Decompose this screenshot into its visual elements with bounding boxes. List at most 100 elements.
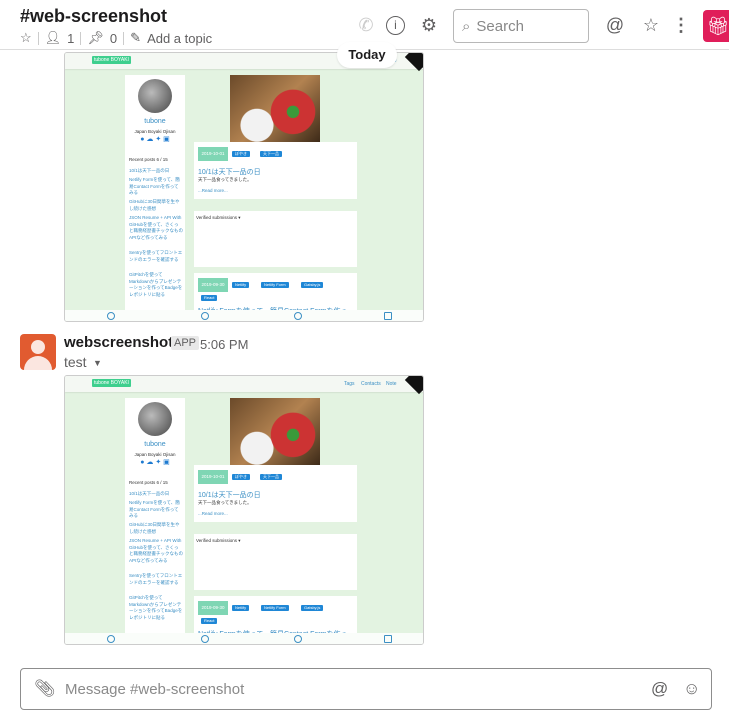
post-card: 2019-09-30 Netlify Netlify Form Gatsby.j… xyxy=(194,273,357,315)
read-more-link: ...Read more... xyxy=(198,511,228,516)
recent-post: Sentryを使ってフロントエンドのエラーを確認する xyxy=(129,250,183,262)
post-tag: Netlify xyxy=(232,282,250,288)
message-input[interactable] xyxy=(65,680,625,698)
recent-post: Netlify Formを使って、簡易Contact Formを作ってみる xyxy=(129,177,180,195)
post-tag: Gatsby.js xyxy=(301,605,324,611)
post-card: 2019-09-30 Netlify Netlify Form Gatsby.j… xyxy=(194,596,357,638)
recent-post: JSON Resume + API With GitHubを使って、さくっと職務… xyxy=(129,215,183,240)
verified-title: Verified submissions ▾ xyxy=(196,538,241,543)
webpage-preview: tubone BOYAKI Tags Contacts Note tubone … xyxy=(65,53,423,321)
pin-icon[interactable]: 📌︎ xyxy=(87,30,104,46)
paperclip-icon[interactable]: 📎︎ xyxy=(34,679,56,699)
phone-icon[interactable]: ✆ xyxy=(355,14,377,36)
channel-title[interactable]: #web-screenshot xyxy=(20,6,167,27)
chevron-down-icon[interactable]: ▼ xyxy=(93,358,102,368)
social-icons: ● ☁ ✦ ▣ xyxy=(140,136,170,143)
post-excerpt: 天下一品食ってきました。 xyxy=(198,500,252,505)
profile-subtitle: Japan Boyaki Ojisan xyxy=(134,129,176,134)
facebook-icon xyxy=(107,312,115,320)
avatar[interactable] xyxy=(20,334,56,370)
screenshot-attachment[interactable]: tubone BOYAKI Tags Contacts Note tubone … xyxy=(64,375,424,645)
verified-card: Verified submissions ▾ xyxy=(194,534,357,590)
post-tag: Netlify Form xyxy=(261,605,289,611)
post-tag: ぼやき xyxy=(232,474,250,480)
post-date: 2019-10-01 xyxy=(198,470,228,484)
twitter-icon xyxy=(201,635,209,643)
post-tag: 天下一品 xyxy=(260,474,282,480)
recent-posts-label: Recent posts 6 / 15 xyxy=(129,157,168,162)
recent-post: GitHubに30日間草を生やし続けた感想 xyxy=(129,522,180,534)
mention-icon[interactable]: @ xyxy=(651,679,668,699)
recent-post: Netlify Formを使って、簡易Contact Formを作ってみる xyxy=(129,500,180,518)
profile-avatar xyxy=(138,402,172,436)
hatena-icon xyxy=(384,635,392,643)
preview-nav-link: Note xyxy=(386,381,397,387)
post-tag: Netlify xyxy=(232,605,250,611)
gift-icon[interactable]: 🎁︎ xyxy=(703,10,729,42)
preview-sidebar: tubone Japan Boyaki Ojisan ● ☁ ✦ ▣ Recen… xyxy=(125,398,185,638)
preview-nav-link: Contacts xyxy=(361,381,381,387)
info-icon[interactable]: i xyxy=(386,16,405,35)
more-icon[interactable]: ⋮ xyxy=(670,14,692,36)
preview-footer xyxy=(65,633,423,644)
message-author[interactable]: webscreenshot xyxy=(64,334,173,351)
channel-meta: ☆ 👤︎ 1 📌︎ 0 ✎ Add a topic xyxy=(20,30,212,46)
star-icon[interactable]: ☆ xyxy=(640,14,662,36)
post-title: 10/1は天下一品の日 xyxy=(198,169,261,176)
date-divider: Today xyxy=(337,42,397,68)
post-tag: Netlify Form xyxy=(261,282,289,288)
profile-name: tubone xyxy=(144,118,166,125)
app-badge: APP xyxy=(171,336,200,350)
post-card: 2019-10-01 ぼやき 天下一品 10/1は天下一品の日 天下一品食ってき… xyxy=(194,465,357,522)
recent-posts-label: Recent posts 6 / 15 xyxy=(129,480,168,485)
members-icon[interactable]: 👤︎ xyxy=(45,30,62,46)
verified-title: Verified submissions ▾ xyxy=(196,215,241,220)
pencil-icon: ✎ xyxy=(130,30,142,45)
webpage-preview: tubone BOYAKI Tags Contacts Note tubone … xyxy=(65,376,423,644)
post-title: 10/1は天下一品の日 xyxy=(198,492,261,499)
message-composer: 📎︎ @ ☺ xyxy=(20,668,712,710)
emoji-icon[interactable]: ☺ xyxy=(683,679,700,699)
post-date: 2019-10-01 xyxy=(198,147,228,161)
message-text: test xyxy=(64,354,87,370)
hatena-icon xyxy=(384,312,392,320)
post-image xyxy=(230,75,320,142)
search-input[interactable]: ⌕ Search xyxy=(453,9,589,43)
pocket-icon xyxy=(294,312,302,320)
preview-nav-link: Tags xyxy=(344,381,355,387)
star-icon[interactable]: ☆ xyxy=(20,30,32,46)
post-date: 2019-09-30 xyxy=(198,601,228,615)
profile-name: tubone xyxy=(144,441,166,448)
profile-avatar xyxy=(138,79,172,113)
member-count[interactable]: 1 xyxy=(67,31,74,46)
post-tag: 天下一品 xyxy=(260,151,282,157)
preview-nav: tubone BOYAKI Tags Contacts Note xyxy=(65,376,423,392)
screenshot-attachment[interactable]: tubone BOYAKI Tags Contacts Note tubone … xyxy=(64,52,424,322)
post-date: 2019-09-30 xyxy=(198,278,228,292)
message-time[interactable]: 5:06 PM xyxy=(200,337,248,352)
preview-sidebar: tubone Japan Boyaki Ojisan ● ☁ ✦ ▣ Recen… xyxy=(125,75,185,315)
facebook-icon xyxy=(107,635,115,643)
twitter-icon xyxy=(201,312,209,320)
post-tag: ぼやき xyxy=(232,151,250,157)
post-tag: React xyxy=(201,295,218,301)
post-tag: React xyxy=(201,618,218,624)
recent-post: GitPitchを使ってMarkdownからプレゼンテーションを作ってBadge… xyxy=(129,272,183,297)
social-icons: ● ☁ ✦ ▣ xyxy=(140,459,170,466)
preview-footer xyxy=(65,310,423,321)
pocket-icon xyxy=(294,635,302,643)
search-icon: ⌕ xyxy=(462,17,471,35)
profile-subtitle: Japan Boyaki Ojisan xyxy=(134,452,176,457)
read-more-link: ...Read more... xyxy=(198,188,228,193)
post-tag: Gatsby.js xyxy=(301,282,324,288)
verified-card: Verified submissions ▾ xyxy=(194,211,357,267)
recent-post: Sentryを使ってフロントエンドのエラーを確認する xyxy=(129,573,183,585)
mentions-icon[interactable]: @ xyxy=(604,14,626,36)
gear-icon[interactable]: ⚙ xyxy=(418,14,440,36)
post-image xyxy=(230,398,320,465)
post-excerpt: 天下一品食ってきました。 xyxy=(198,177,252,182)
post-card: 2019-10-01 ぼやき 天下一品 10/1は天下一品の日 天下一品食ってき… xyxy=(194,142,357,199)
pin-count[interactable]: 0 xyxy=(110,31,117,46)
recent-post: GitPitchを使ってMarkdownからプレゼンテーションを作ってBadge… xyxy=(129,595,183,620)
add-topic-link[interactable]: Add a topic xyxy=(147,31,212,46)
